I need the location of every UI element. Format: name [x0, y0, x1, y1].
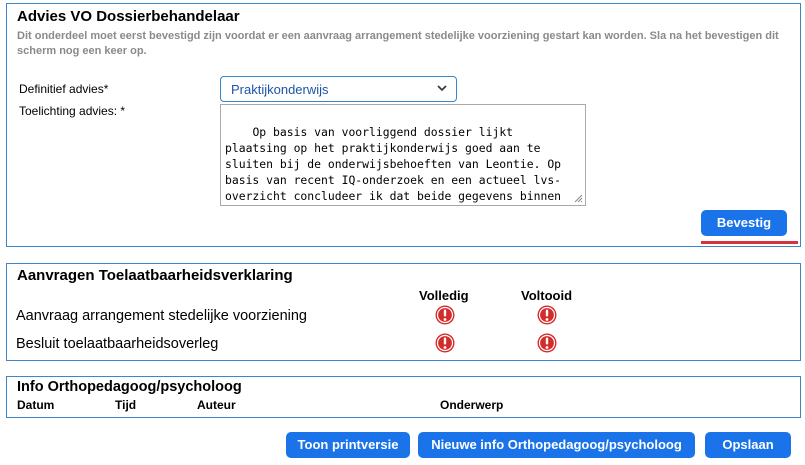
- column-tijd: Tijd: [115, 398, 137, 412]
- aanvraag-arrangement-label: Aanvraag arrangement stedelijke voorzien…: [16, 308, 307, 324]
- aanvragen-panel: Aanvragen Toelaatbaarheidsverklaring Vol…: [6, 263, 801, 361]
- chevron-down-icon: [437, 85, 447, 92]
- besluit-toelaatbaarheidsoverleg-label: Besluit toelaatbaarheidsoverleg: [16, 336, 219, 352]
- info-panel: Info Orthopedagoog/psycholoog Datum Tijd…: [6, 376, 801, 418]
- opslaan-button[interactable]: Opslaan: [705, 432, 791, 458]
- advies-panel: Advies VO Dossierbehandelaar Dit onderde…: [6, 3, 801, 247]
- definitief-advies-label: Definitief advies*: [19, 82, 109, 96]
- toelichting-advies-label: Toelichting advies: *: [19, 104, 126, 118]
- alert-icon: [537, 305, 557, 325]
- definitief-advies-select[interactable]: Praktijkonderwijs: [220, 76, 457, 102]
- column-datum: Datum: [17, 398, 55, 412]
- nieuwe-info-button[interactable]: Nieuwe info Orthopedagoog/psycholoog: [418, 432, 695, 458]
- advies-title: Advies VO Dossierbehandelaar: [17, 8, 240, 25]
- toon-printversie-button[interactable]: Toon printversie: [286, 432, 410, 458]
- definitief-advies-value: Praktijkonderwijs: [231, 82, 329, 97]
- alert-icon: [537, 333, 557, 353]
- column-voltooid: Voltooid: [521, 288, 573, 303]
- alert-icon: [435, 305, 455, 325]
- resize-grip-icon[interactable]: [573, 193, 583, 203]
- bevestig-button[interactable]: Bevestig: [701, 210, 787, 236]
- aanvragen-title: Aanvragen Toelaatbaarheidsverklaring: [17, 267, 293, 284]
- advies-note: Dit onderdeel moet eerst bevestigd zijn …: [17, 30, 779, 57]
- bevestig-underline: [701, 241, 798, 244]
- column-onderwerp: Onderwerp: [440, 398, 504, 412]
- column-volledig: Volledig: [419, 288, 469, 303]
- alert-icon: [435, 333, 455, 353]
- info-title: Info Orthopedagoog/psycholoog: [17, 379, 242, 395]
- column-auteur: Auteur: [197, 398, 236, 412]
- toelichting-advies-textarea[interactable]: Op basis van voorliggend dossier lijkt p…: [220, 104, 586, 206]
- toelichting-advies-text: Op basis van voorliggend dossier lijkt p…: [225, 125, 562, 203]
